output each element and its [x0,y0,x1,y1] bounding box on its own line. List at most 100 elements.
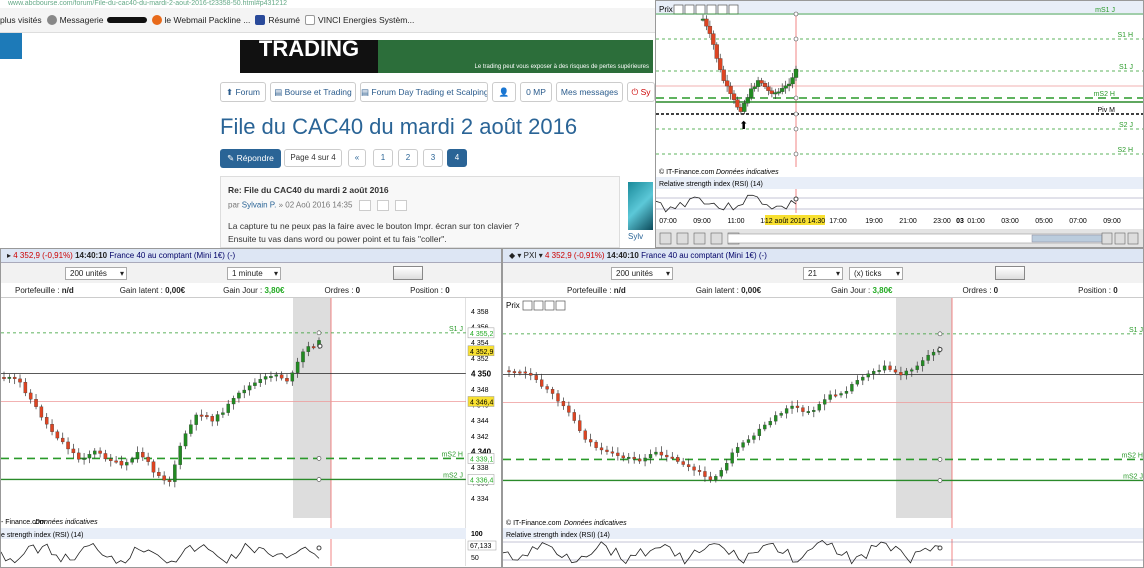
quote-icon[interactable] [395,200,408,211]
candle-body [295,361,300,373]
nav-logout[interactable]: ⏻ Sy [627,82,655,102]
candle-body [742,103,747,112]
candle-body [534,375,538,380]
candle-body [735,447,740,453]
reply-button[interactable]: ✎ Répondre [220,149,281,168]
candle-body [279,374,284,379]
portefeuille-value: n/d [613,286,626,295]
bookmark-resume[interactable]: Résumé [255,15,300,25]
candle-body [823,399,827,405]
candle-body [708,476,713,480]
avatar-name[interactable]: Sylv [628,232,643,241]
time-tick: 07:00 [1069,218,1087,225]
nav-day-trading[interactable]: ▤ Forum Day Trading et Scalping [360,82,488,102]
bookmark-messagerie[interactable]: Messagerie [46,15,147,25]
units-select[interactable]: 200 unités [611,266,673,280]
ticks-count-select[interactable]: 21 [803,266,843,280]
candle-body [783,85,788,89]
candle-body [226,403,230,413]
post-author[interactable]: Sylvain P. [242,201,277,210]
redacted-mark [106,17,147,23]
nav-user[interactable]: 👤 [492,82,516,102]
price-tick: 4 358 [471,309,489,316]
tool-icon [695,4,706,15]
candle-body [518,371,522,374]
candle-body [728,85,733,94]
candle-body [637,458,642,462]
credit-italic: Données indicatives [716,169,779,176]
rsi-marker [316,545,322,551]
nav-mp[interactable]: 0 MP [520,82,552,102]
site-logo[interactable] [0,33,22,59]
nav-bourse[interactable]: ▤ Bourse et Trading [270,82,356,102]
right-chart-svg[interactable]: Prix S1 J mS2 H mS2 J © IT-Finance.com Donné… [503,298,1144,566]
session-shade [896,298,952,518]
top-chart-svg[interactable]: Prix mS1 J S1 H S1 J mS2 H Piv M S2 J S2 H ⬆ © IT… [656,1,1144,248]
page-4[interactable]: 4 [447,149,467,167]
candle-body [306,346,311,352]
candle-body [774,415,778,422]
interval-select[interactable]: 1 minute [227,266,281,280]
candle-body [594,441,598,448]
edit-icon[interactable] [358,200,371,211]
candle-body [776,91,781,94]
candle-body [23,381,28,394]
candle-body [926,354,930,361]
candle-body [523,371,527,374]
credit: © IT-Finance.com [506,519,562,527]
candle-body [795,405,800,408]
candle-body [146,456,150,462]
candle-body [114,460,118,463]
candle-body [768,421,772,426]
page-1[interactable]: 1 [373,149,393,167]
page-2[interactable]: 2 [398,149,418,167]
time-tick: 01:00 [967,218,985,225]
left-chart-svg[interactable]: S1 JmS2 HmS2 J4 3584 3564 3544 3524 3504… [1,298,502,566]
price-time: 14:40:10 [75,251,108,260]
bookmark-webmail[interactable]: le Webmail Packline ... [151,15,250,25]
candle-body [866,373,870,378]
tool-icon [706,4,717,15]
portefeuille-value: n/d [61,286,74,295]
bookmark-vinci[interactable]: VINCI Energies Systèm... [305,15,414,25]
avatar[interactable] [628,182,653,230]
page-first[interactable]: « [348,149,366,167]
info-icon[interactable] [376,200,389,211]
price-tick: 4 338 [471,465,489,472]
price-change: 4 352,9 (-0,91%) [544,251,605,260]
candle-body [253,382,257,386]
candle-body [779,413,783,416]
tool-icon [728,4,739,15]
session-shade [293,298,331,518]
left-chart-title: ▸ 4 352,9 (-0,91%) 14:40:10 France 40 au… [1,249,501,263]
candle-body [550,389,555,394]
candle-body [39,406,44,418]
candle-body [301,351,305,363]
candle-body [707,25,713,34]
candle-body [76,452,81,460]
candle-body [632,456,636,460]
candle-body [605,449,609,452]
ticks-unit-select[interactable]: (x) ticks [849,266,903,280]
bookmark-plus-visites[interactable]: plus visités [0,15,42,25]
candle-body [157,472,161,476]
ad-banner[interactable]: TRADING Le trading peut vous exposer à d… [240,40,653,73]
url-bar[interactable]: www.abcbourse.com/forum/File-du-cac40-du… [0,0,655,8]
chart-type-icon[interactable] [393,266,423,280]
chart-type-icon[interactable] [995,266,1025,280]
candle-body [545,386,549,390]
candle-body [888,365,892,370]
level-marker [937,331,943,337]
instrument-name: France 40 au comptant (Mini 1€) (-) [109,251,236,260]
candle-body [141,452,145,458]
page-3[interactable]: 3 [423,149,443,167]
candle-body [703,471,707,477]
nav-mes-messages[interactable]: Mes messages [556,82,623,102]
units-select[interactable]: 200 unités [65,266,127,280]
candle-body [757,428,762,436]
nav-forum[interactable]: ⬆ Forum [220,82,266,102]
candle-body [507,370,511,373]
post-meta: par Sylvain P. » 02 Aoû 2016 14:35 [228,200,612,211]
position-value: 0 [1113,286,1118,295]
candle-body [258,379,263,383]
